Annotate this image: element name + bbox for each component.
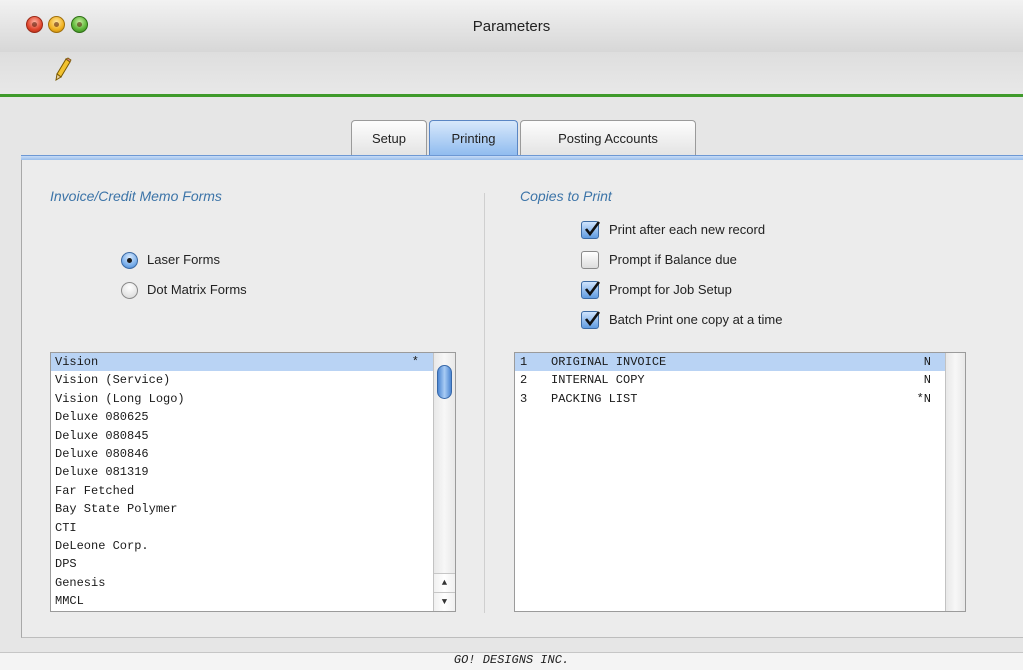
copies-list[interactable]: 1 ORIGINAL INVOICE N 2 INTERNAL COPY N 3 PACK…	[514, 352, 966, 612]
list-item[interactable]: Deluxe 081319	[51, 463, 455, 481]
list-item[interactable]: 1 ORIGINAL INVOICE N	[515, 353, 965, 372]
copy-number: 2	[520, 373, 528, 388]
form-name: Vision	[55, 355, 99, 369]
company-name: GO! DESIGNS INC.	[453, 653, 570, 667]
list-item[interactable]: DPS	[51, 555, 455, 573]
list-item[interactable]: Deluxe 080845	[51, 427, 455, 445]
checkmark-icon	[584, 281, 601, 297]
list-item[interactable]: Far Fetched	[51, 482, 455, 500]
forms-list-scrollbar[interactable]: ▲ ▼	[433, 353, 455, 611]
list-item[interactable]: MMCL	[51, 592, 455, 610]
laser-forms-label[interactable]: Laser Forms	[147, 252, 220, 267]
form-name: Vision (Service)	[55, 373, 171, 388]
list-item[interactable]: Bay State Polymer	[51, 500, 455, 518]
copies-section-title: Copies to Print	[520, 188, 612, 204]
prompt-job-setup-checkbox[interactable]	[581, 281, 601, 299]
form-name: DeLeone Corp.	[55, 538, 149, 553]
list-item[interactable]: Deluxe 080625	[51, 408, 455, 426]
copy-code: *N	[916, 391, 931, 406]
batch-print-checkbox[interactable]	[581, 311, 601, 329]
list-item[interactable]: Genesis	[51, 574, 455, 592]
list-item[interactable]: DeLeone Corp.	[51, 537, 455, 555]
default-flag: *	[411, 355, 419, 369]
form-name: Bay State Polymer	[55, 502, 178, 517]
toolbar-separator	[0, 94, 1023, 97]
list-item[interactable]: Vision *	[51, 353, 455, 372]
section-divider	[484, 193, 485, 613]
prompt-balance-due-checkbox[interactable]	[581, 251, 599, 269]
toolbar	[0, 52, 1023, 94]
tab-posting-accounts[interactable]: Posting Accounts	[520, 120, 696, 156]
form-name: Vision (Long Logo)	[55, 391, 185, 406]
copy-description: ORIGINAL INVOICE	[551, 355, 667, 369]
list-item[interactable]: 3 PACKING LIST *N	[515, 390, 965, 408]
print-after-each-record-label[interactable]: Print after each new record	[609, 222, 765, 237]
form-name: Far Fetched	[55, 483, 135, 498]
pencil-icon[interactable]	[52, 57, 74, 83]
scroll-thumb[interactable]	[437, 365, 452, 399]
batch-print-label[interactable]: Batch Print one copy at a time	[609, 312, 782, 327]
dot-matrix-forms-label[interactable]: Dot Matrix Forms	[147, 282, 247, 297]
forms-list[interactable]: Vision * Vision (Service) Vision (Long Lo…	[50, 352, 456, 612]
tab-setup[interactable]: Setup	[351, 120, 427, 156]
list-item[interactable]: Vision (Long Logo)	[51, 390, 455, 408]
prompt-balance-due-label[interactable]: Prompt if Balance due	[609, 252, 737, 267]
form-name: CTI	[55, 520, 77, 535]
form-name: Genesis	[55, 575, 106, 590]
list-item[interactable]: Vision (Service)	[51, 371, 455, 389]
form-name: Deluxe 080846	[55, 446, 149, 461]
form-name: MMCL	[55, 594, 84, 609]
form-name: DPS	[55, 557, 77, 572]
copy-description: INTERNAL COPY	[551, 373, 645, 388]
copy-number: 3	[520, 391, 528, 406]
tab-printing[interactable]: Printing	[429, 120, 518, 156]
form-name: Deluxe 080845	[55, 428, 149, 443]
copy-description: PACKING LIST	[551, 391, 638, 406]
list-item[interactable]: Deluxe 080846	[51, 445, 455, 463]
form-name: Deluxe 081319	[55, 465, 149, 480]
prompt-job-setup-label[interactable]: Prompt for Job Setup	[609, 282, 732, 297]
window-title: Parameters	[472, 18, 551, 35]
scroll-up-arrow-icon[interactable]: ▲	[434, 573, 455, 592]
copy-code: N	[923, 373, 931, 388]
dot-matrix-forms-radio[interactable]	[121, 282, 138, 299]
copies-list-scrollbar[interactable]	[945, 353, 965, 611]
list-item[interactable]: 2 INTERNAL COPY N	[515, 371, 965, 389]
copy-number: 1	[520, 355, 528, 369]
scroll-down-arrow-icon[interactable]: ▼	[434, 592, 455, 611]
laser-forms-radio[interactable]	[121, 252, 138, 269]
forms-section-title: Invoice/Credit Memo Forms	[50, 188, 222, 204]
list-item[interactable]: CTI	[51, 519, 455, 537]
print-after-each-record-checkbox[interactable]	[581, 221, 601, 239]
form-name: Deluxe 080625	[55, 410, 149, 425]
checkmark-icon	[584, 311, 601, 327]
copy-code: N	[923, 355, 931, 369]
checkmark-icon	[584, 221, 601, 237]
